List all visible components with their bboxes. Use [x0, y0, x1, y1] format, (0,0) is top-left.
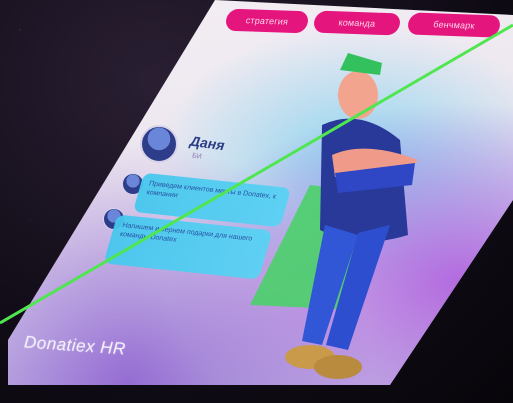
- avatar-icon: [140, 125, 178, 163]
- top-tabs: стратегия команда бенчмарк: [222, 8, 513, 40]
- superhero-illustration: [250, 53, 418, 379]
- tab-team[interactable]: команда: [312, 10, 402, 36]
- profile-subtitle: БИ: [191, 152, 203, 161]
- brand-logo-text: Donatiex HR: [23, 332, 127, 359]
- tab-benchmark[interactable]: бенчмарк: [406, 12, 502, 38]
- tab-strategy[interactable]: стратегия: [224, 8, 310, 34]
- profile-name: Даня: [189, 132, 226, 154]
